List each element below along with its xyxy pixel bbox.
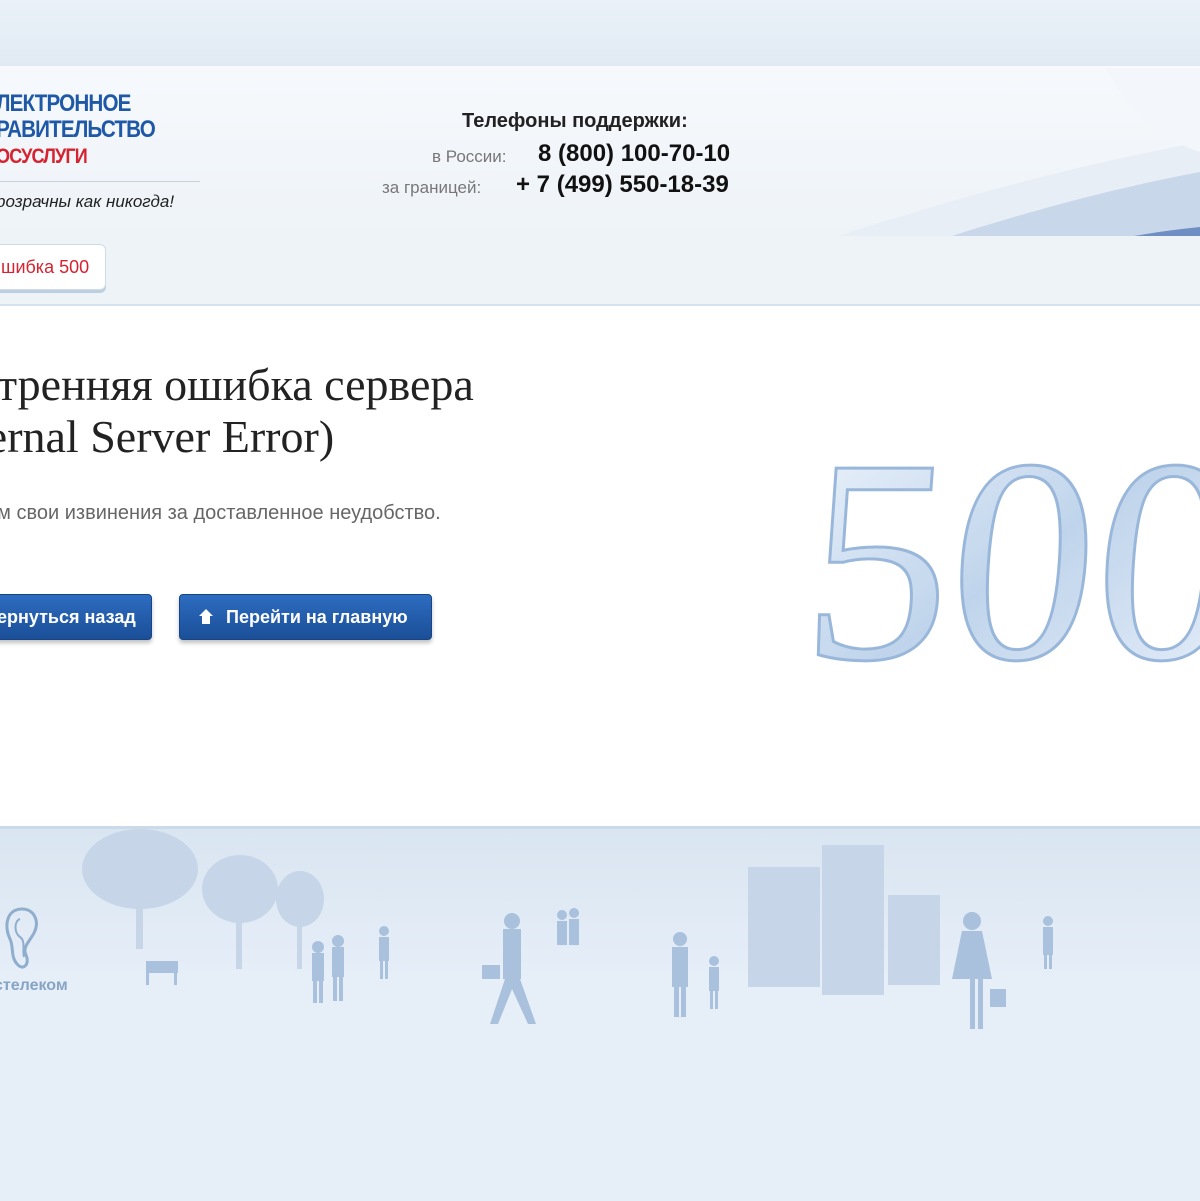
russia-phone-number: 8 (800) 100-70-10 — [538, 140, 731, 167]
rostelecom-logo-icon — [5, 907, 38, 969]
logo-divider — [0, 181, 200, 182]
home-button-label: Перейти на главную — [226, 607, 408, 627]
city-silhouette-decoration — [82, 829, 1053, 1029]
russia-phone-label: в России: — [432, 147, 507, 166]
abroad-phone-number: + 7 (499) 550-18-39 — [516, 171, 729, 198]
logo-line-3: ОСУСЛУГИ — [0, 145, 88, 168]
error-content: утренняя ошибка сервера ternal Server Er… — [0, 306, 1200, 826]
breadcrumb-label: шибка 500 — [1, 257, 90, 277]
home-button[interactable]: Перейти на главную — [179, 594, 432, 640]
breadcrumb-tab-error-500[interactable]: шибка 500 — [0, 244, 106, 290]
abroad-phone-label: за границей: — [382, 178, 482, 197]
breadcrumb-bar: шибка 500 — [0, 236, 1200, 306]
logo-line-2: РАВИТЕЛЬСТВО — [0, 116, 156, 143]
error-500-glyphs: 500 — [810, 399, 1200, 716]
home-icon — [199, 609, 213, 624]
apology-text: им свои извинения за доставленное неудоб… — [0, 502, 441, 524]
error-title-en: ternal Server Error) — [0, 411, 335, 462]
site-header: ЛЕКТРОННОЕ РАВИТЕЛЬСТВО ОСУСЛУГИ розрачн… — [0, 66, 1200, 238]
logo-slogan: розрачны как никогда! — [0, 192, 175, 211]
support-title: Телефоны поддержки: — [462, 110, 688, 132]
error-title-ru: утренняя ошибка сервера — [0, 359, 474, 410]
provider-label: стелеком — [0, 977, 68, 994]
logo-line-1: ЛЕКТРОННОЕ — [0, 90, 131, 117]
top-band — [0, 0, 1200, 66]
back-button-label: ернуться назад — [0, 607, 136, 627]
error-500-glass-graphic: 500 — [810, 398, 1200, 716]
page-footer: стелеком — [0, 826, 1200, 1201]
back-button[interactable]: ернуться назад — [0, 594, 152, 640]
